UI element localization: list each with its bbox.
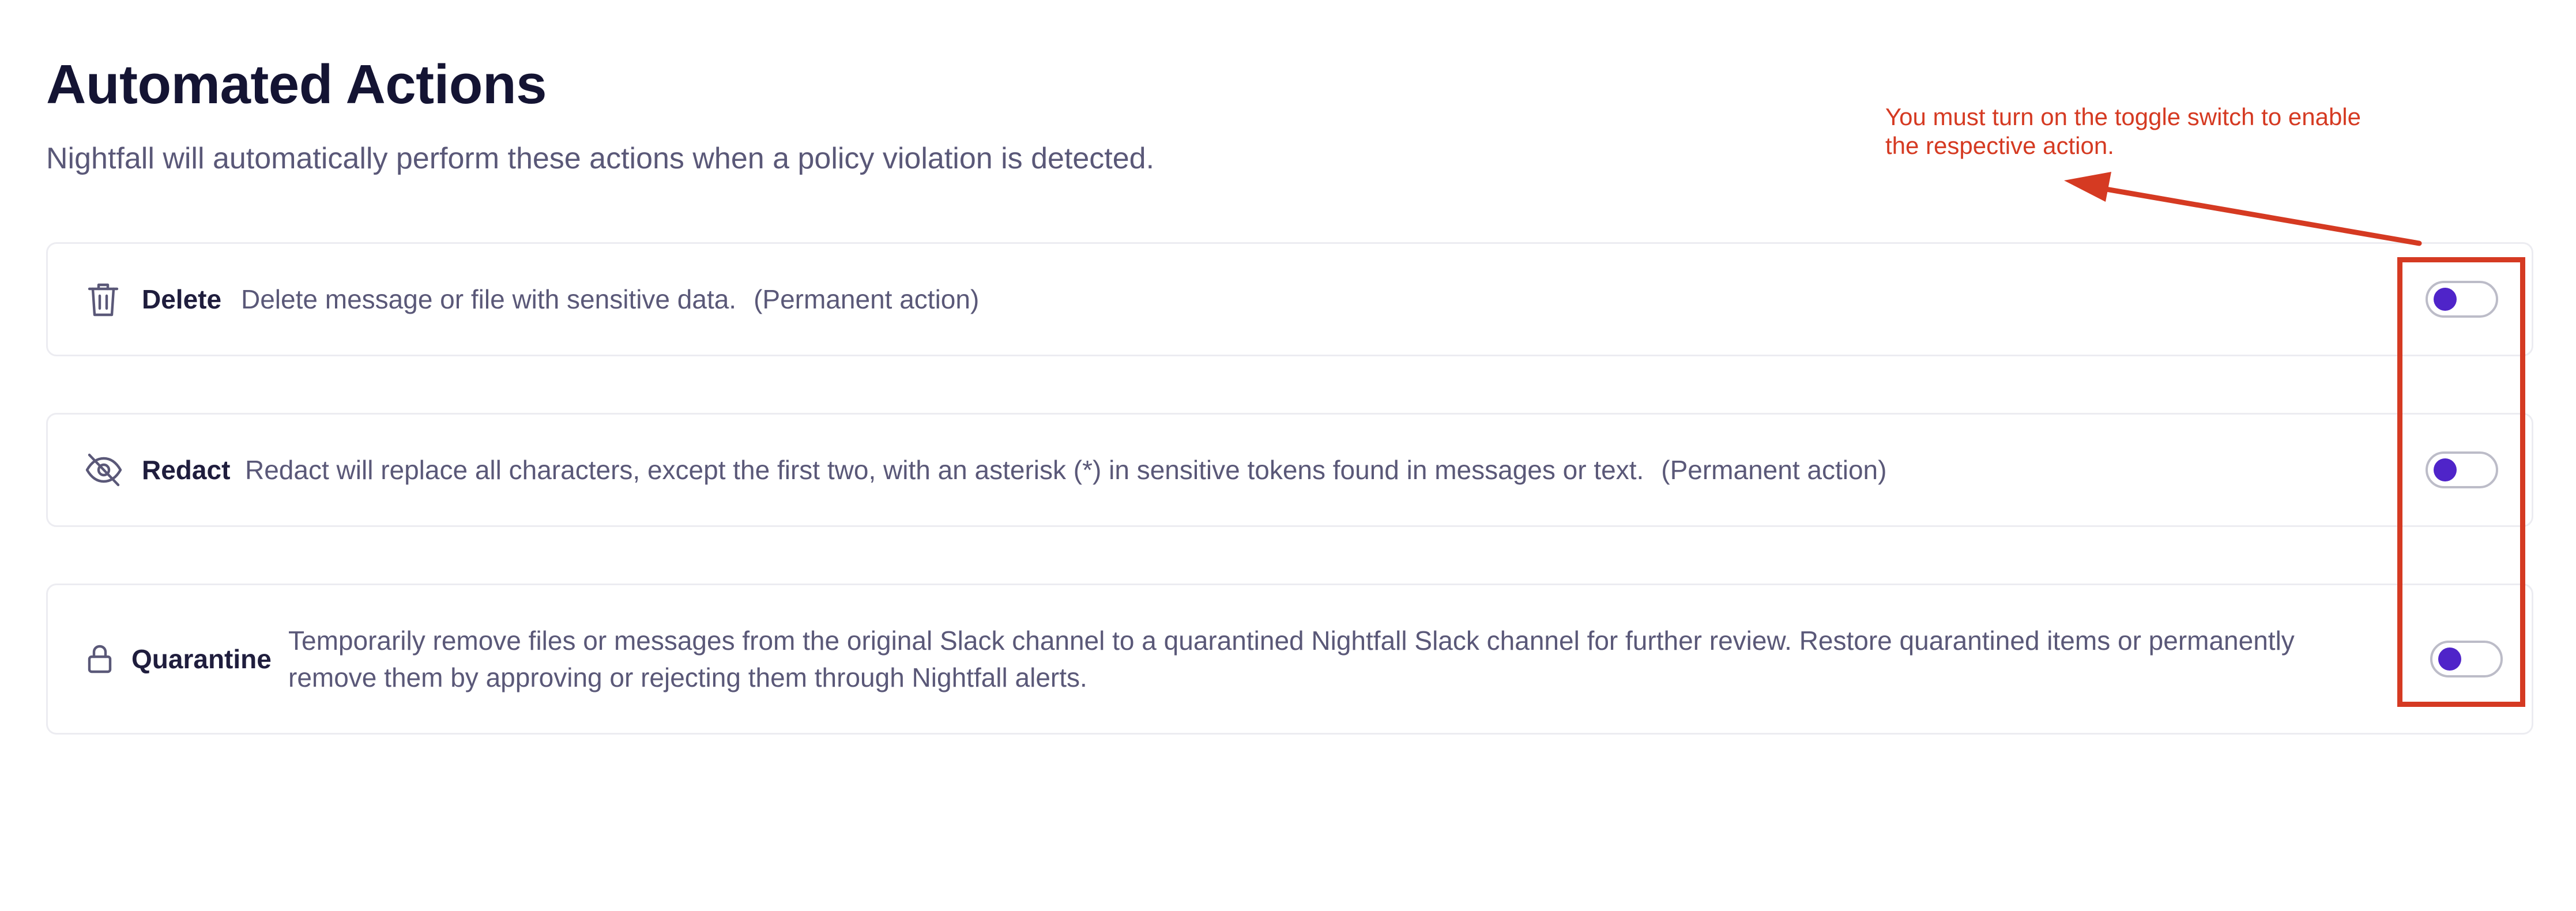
automated-actions-page: Automated Actions Nightfall will automat… [0, 0, 2576, 911]
action-card-quarantine: Quarantine Temporarily remove files or m… [46, 584, 2533, 735]
page-subtitle: Nightfall will automatically perform the… [46, 142, 1155, 175]
eye-off-icon [85, 453, 123, 487]
action-name-quarantine: Quarantine [131, 644, 272, 674]
action-name-delete: Delete [142, 284, 222, 314]
action-name-redact: Redact [142, 455, 231, 485]
permanent-action-note: (Permanent action) [754, 284, 980, 314]
action-description-redact: Redact will replace all characters, exce… [245, 451, 1886, 488]
action-card-redact: Redact Redact will replace all character… [46, 413, 2533, 527]
description-text: Delete message or file with sensitive da… [241, 284, 737, 314]
action-card-delete: Delete Delete message or file with sensi… [46, 242, 2533, 356]
lock-icon [87, 644, 112, 674]
page-title: Automated Actions [46, 54, 547, 115]
description-text: Redact will replace all characters, exce… [245, 455, 1644, 485]
action-description-quarantine: Temporarily remove files or messages fro… [288, 626, 2295, 692]
annotation-note: You must turn on the toggle switch to en… [1885, 103, 2361, 159]
trash-icon [87, 281, 119, 318]
action-description-delete: Delete message or file with sensitive da… [241, 281, 979, 318]
annotation-highlight-box [2397, 257, 2525, 707]
permanent-action-note: (Permanent action) [1661, 455, 1887, 485]
